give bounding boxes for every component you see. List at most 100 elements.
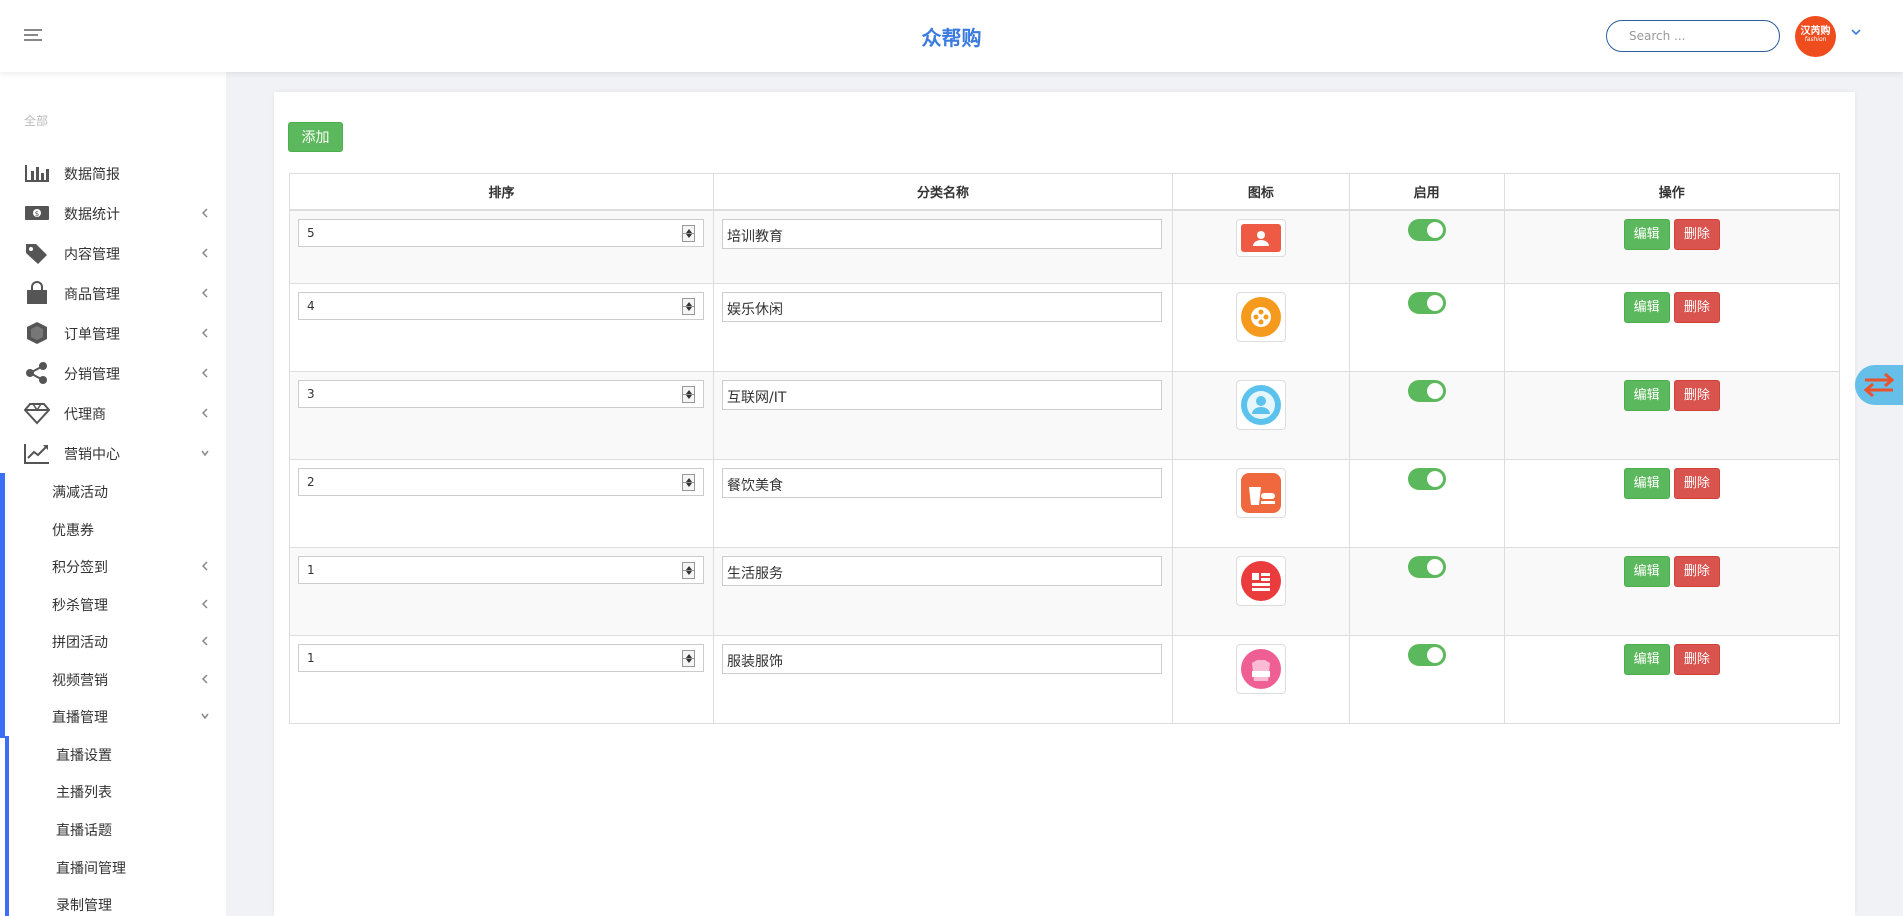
sidebar-item-label: 订单管理	[64, 327, 120, 343]
category-icon-thumb[interactable]	[1235, 380, 1286, 430]
sidebar-item-orders[interactable]: 订单管理	[0, 313, 226, 353]
chevron-down-icon	[201, 450, 209, 457]
sidebar-item-distribution[interactable]: 分销管理	[0, 353, 226, 393]
category-name-input[interactable]: 互联网/IT	[721, 380, 1162, 410]
delete-button[interactable]: 删除	[1673, 644, 1720, 675]
edit-button[interactable]: 编辑	[1623, 218, 1670, 250]
number-spinner-icon[interactable]	[682, 650, 695, 667]
sidebar-item-label: 内容管理	[64, 247, 120, 263]
avatar-subtext: fashion	[1804, 36, 1827, 43]
sort-input[interactable]: 5	[298, 218, 704, 247]
food-drink-icon	[1240, 473, 1281, 513]
category-icon-thumb[interactable]	[1235, 292, 1286, 342]
delete-button[interactable]: 删除	[1673, 292, 1720, 323]
number-spinner-icon[interactable]	[682, 562, 695, 579]
category-name-input[interactable]: 餐饮美食	[721, 468, 1162, 498]
sidebar-item-data-stats[interactable]: $ 数据统计	[0, 193, 226, 233]
sidebar-subitem-anchor-list[interactable]: 主播列表	[0, 773, 226, 809]
edit-button[interactable]: 编辑	[1623, 556, 1670, 587]
sidebar-subitem-flash-sale[interactable]: 秒杀管理	[0, 586, 226, 622]
share-icon	[26, 362, 47, 384]
sidebar-subitem-live-room[interactable]: 直播间管理	[0, 849, 226, 885]
enable-toggle[interactable]	[1407, 556, 1446, 578]
sidebar-subitem-full-reduction[interactable]: 满减活动	[0, 473, 226, 509]
sort-value: 2	[307, 475, 315, 489]
menu-toggle-icon[interactable]	[24, 29, 42, 43]
switch-panel-button[interactable]	[1855, 365, 1903, 405]
delete-button[interactable]: 删除	[1673, 556, 1720, 587]
sidebar-item-label: 分销管理	[64, 367, 120, 383]
number-spinner-icon[interactable]	[682, 224, 695, 242]
sidebar-subitem-recording[interactable]: 录制管理	[0, 886, 226, 916]
sort-value: 4	[307, 299, 315, 313]
category-icon-thumb[interactable]	[1235, 644, 1286, 694]
delete-button[interactable]: 删除	[1673, 468, 1720, 499]
film-reel-icon	[1240, 297, 1281, 337]
category-name-input[interactable]: 生活服务	[721, 556, 1162, 586]
column-header-actions: 操作	[1503, 173, 1841, 211]
sidebar-item-content[interactable]: 内容管理	[0, 233, 226, 273]
sidebar-subitem-label: 秒杀管理	[52, 598, 108, 614]
sidebar-subitem-live-settings[interactable]: 直播设置	[0, 736, 226, 772]
enable-toggle[interactable]	[1407, 218, 1446, 241]
edit-button[interactable]: 编辑	[1623, 292, 1670, 323]
enable-toggle[interactable]	[1407, 644, 1446, 666]
column-header-sort[interactable]: 排序	[289, 173, 714, 211]
sidebar-subitem-live-management[interactable]: 直播管理	[0, 698, 226, 734]
sidebar-item-goods[interactable]: 商品管理	[0, 273, 226, 313]
number-spinner-icon[interactable]	[682, 298, 695, 315]
delete-button[interactable]: 删除	[1673, 218, 1720, 250]
sort-input[interactable]: 4	[298, 292, 704, 320]
sort-value: 5	[307, 225, 315, 240]
avatar[interactable]: 汉芮购 fashion	[1795, 16, 1836, 57]
service-list-icon	[1240, 561, 1281, 601]
sidebar: 全部 数据简报 $ 数据统计 内容管理 商品管理 订单管理 分销管理 代理商 营…	[0, 72, 226, 916]
sort-input[interactable]: 2	[298, 468, 704, 496]
sidebar-item-marketing[interactable]: 营销中心	[0, 433, 226, 473]
enable-toggle[interactable]	[1407, 380, 1446, 402]
category-icon-thumb[interactable]	[1235, 468, 1286, 518]
chevron-down-icon[interactable]	[1850, 26, 1862, 38]
sidebar-subitem-label: 主播列表	[56, 785, 112, 801]
sidebar-subitem-label: 直播管理	[52, 710, 108, 726]
category-icon-thumb[interactable]	[1235, 218, 1286, 257]
category-name-input[interactable]: 服装服饰	[721, 644, 1162, 674]
delete-button[interactable]: 删除	[1673, 380, 1720, 411]
category-name-input[interactable]: 培训教育	[721, 218, 1162, 249]
enable-toggle[interactable]	[1407, 292, 1446, 314]
number-spinner-icon[interactable]	[682, 386, 695, 403]
add-button[interactable]: 添加	[288, 122, 343, 152]
sort-input[interactable]: 1	[298, 556, 704, 584]
sidebar-item-label: 数据统计	[64, 207, 120, 223]
table-row: 4 娱乐休闲 编辑 删除	[289, 283, 1841, 372]
edit-button[interactable]: 编辑	[1623, 644, 1670, 675]
user-circle-icon	[1240, 385, 1281, 425]
sidebar-subitem-coupons[interactable]: 优惠券	[0, 511, 226, 547]
sort-input[interactable]: 3	[298, 380, 704, 408]
edit-button[interactable]: 编辑	[1623, 468, 1670, 499]
sort-value: 3	[307, 387, 315, 401]
chevron-left-icon	[201, 208, 208, 218]
category-table: 排序 分类名称 图标 启用 操作 5 培训教育 编辑 删除 4 娱乐休闲 编辑 …	[289, 173, 1841, 724]
sidebar-subitem-points-checkin[interactable]: 积分签到	[0, 548, 226, 584]
number-spinner-icon[interactable]	[682, 474, 695, 491]
sidebar-item-data-brief[interactable]: 数据简报	[0, 153, 226, 193]
sidebar-subitem-label: 视频营销	[52, 673, 108, 689]
sidebar-subitem-label: 满减活动	[52, 485, 108, 501]
edit-button[interactable]: 编辑	[1623, 380, 1670, 411]
sort-input[interactable]: 1	[298, 644, 704, 672]
sidebar-item-agent[interactable]: 代理商	[0, 393, 226, 433]
sidebar-subitem-label: 积分签到	[52, 560, 108, 576]
category-icon-thumb[interactable]	[1235, 556, 1286, 606]
money-bill-icon: $	[25, 206, 49, 220]
sidebar-subitem-live-topics[interactable]: 直播话题	[0, 811, 226, 847]
sidebar-subitem-label: 直播间管理	[56, 861, 126, 877]
shopping-bag-icon	[27, 281, 47, 304]
category-name-input[interactable]: 娱乐休闲	[721, 292, 1162, 322]
search-input[interactable]	[1606, 20, 1780, 52]
sidebar-item-label: 商品管理	[64, 287, 120, 303]
enable-toggle[interactable]	[1407, 468, 1446, 490]
chevron-left-icon	[201, 674, 208, 684]
sidebar-subitem-group-buy[interactable]: 拼团活动	[0, 623, 226, 659]
sidebar-subitem-video-marketing[interactable]: 视频营销	[0, 661, 226, 697]
